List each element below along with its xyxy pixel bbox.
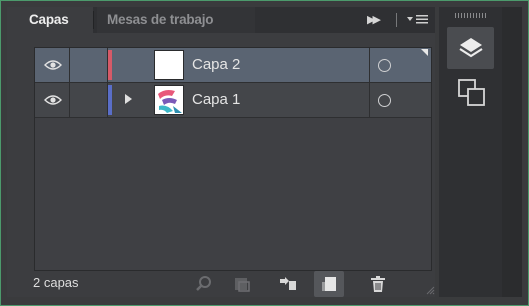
panel-footer: 2 capas	[7, 271, 435, 297]
layer-count: 2 capas	[33, 275, 79, 290]
resize-grip-icon[interactable]	[425, 285, 435, 295]
layer-color-bar	[108, 85, 112, 115]
layer-row-capa-1[interactable]: Capa 1	[35, 83, 431, 118]
panel-menu-icon[interactable]	[405, 14, 429, 26]
layers-panel-icon	[459, 38, 483, 58]
current-layer-indicator	[421, 49, 428, 56]
create-new-layer-icon	[322, 277, 336, 291]
artboards-panel-icon[interactable]	[456, 77, 488, 109]
layers-list: Capa 2 Capa 1	[34, 47, 432, 271]
visibility-toggle[interactable]	[35, 48, 70, 82]
tab-separator	[93, 11, 94, 29]
layers-panel-button[interactable]	[447, 27, 494, 69]
lock-toggle[interactable]	[70, 48, 108, 82]
visibility-toggle[interactable]	[35, 83, 70, 117]
layer-thumbnail	[154, 50, 184, 80]
dock-edge	[502, 7, 522, 297]
lock-toggle[interactable]	[70, 83, 108, 117]
dock-grip[interactable]	[455, 13, 487, 18]
layer-thumbnail	[154, 85, 184, 115]
layer-name[interactable]: Capa 1	[192, 83, 240, 117]
tab-mesas-de-trabajo[interactable]: Mesas de trabajo	[97, 7, 255, 33]
make-clipping-mask-icon[interactable]	[233, 275, 251, 293]
layer-color-bar	[108, 50, 112, 80]
layer-row-capa-2[interactable]: Capa 2	[35, 48, 431, 83]
create-new-layer-button[interactable]	[314, 271, 344, 297]
fast-forward-icon[interactable]: ▶▶	[367, 7, 381, 33]
panel-dock	[439, 7, 502, 297]
target-circle-icon[interactable]	[378, 59, 391, 72]
delete-icon[interactable]	[369, 275, 387, 293]
header-divider	[396, 13, 397, 27]
tab-capas[interactable]: Capas	[7, 7, 93, 33]
window-frame: Capas Mesas de trabajo ▶▶ Capa 2 Capa 1 …	[0, 0, 529, 306]
eye-icon	[44, 95, 62, 105]
panel-tab-bar: Capas Mesas de trabajo ▶▶	[7, 7, 435, 33]
layers-panel: Capas Mesas de trabajo ▶▶ Capa 2 Capa 1 …	[7, 7, 435, 297]
layer-name[interactable]: Capa 2	[192, 48, 240, 82]
eye-icon	[44, 60, 62, 70]
artwork-thumbnail-icon	[155, 86, 183, 114]
locate-object-icon[interactable]	[195, 275, 213, 293]
target-circle-icon[interactable]	[378, 94, 391, 107]
create-sublayer-icon[interactable]	[279, 275, 297, 293]
expand-triangle-icon[interactable]	[125, 94, 132, 104]
